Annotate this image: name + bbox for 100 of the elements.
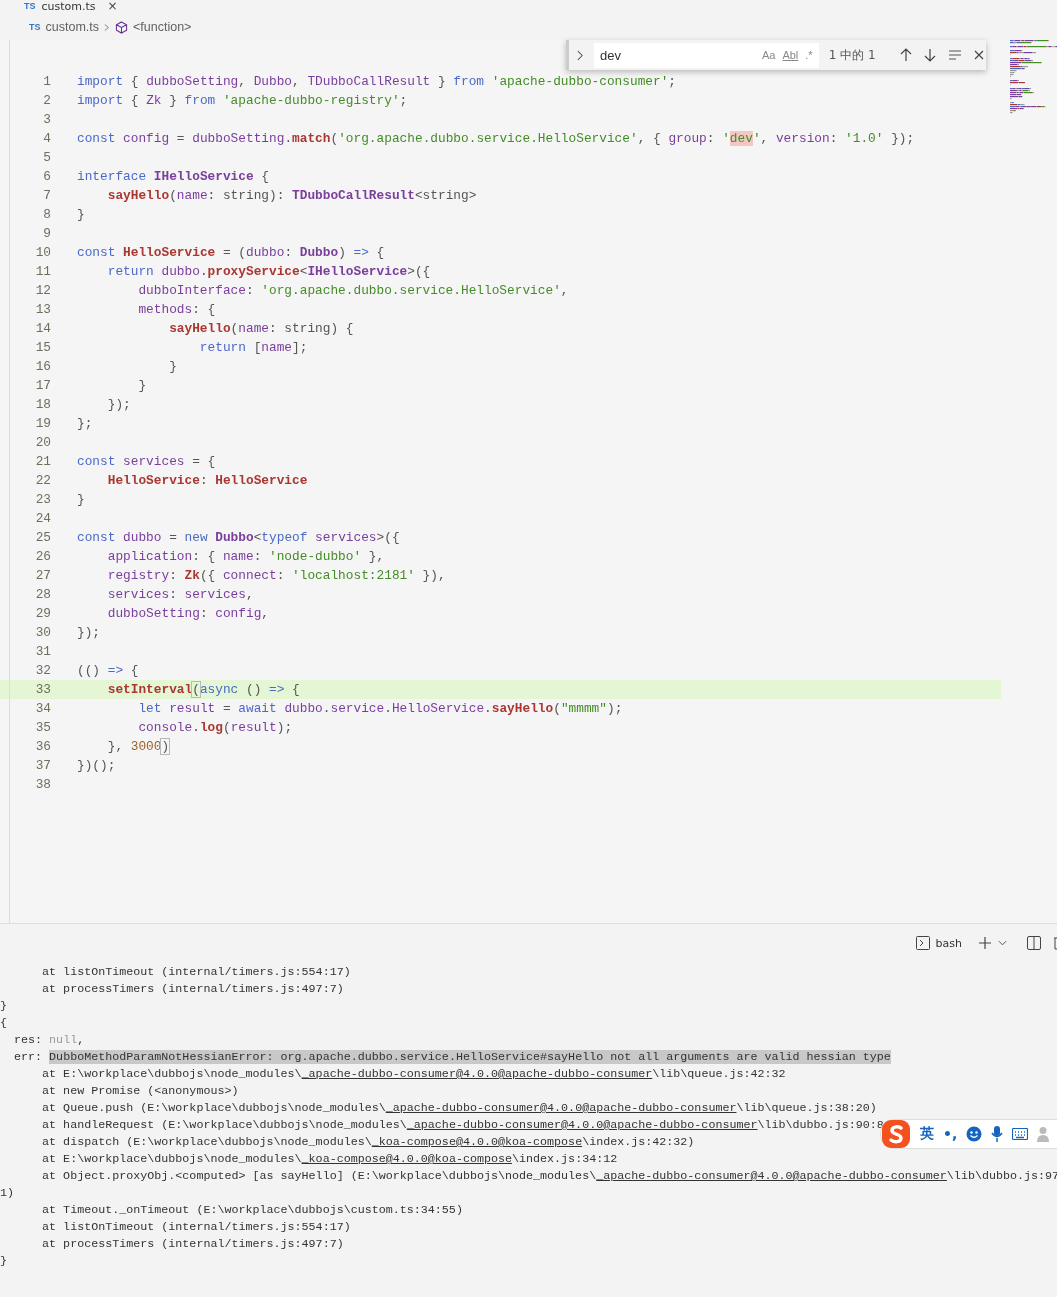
- code-line: const config = dubboSetting.match('org.apache.dubbo.service.HelloService', { group: 'dev', version: '1.0' });: [77, 130, 915, 148]
- code-line: const HelloService = (dubbo: Dubbo) => {: [77, 244, 385, 262]
- line-number: 28: [34, 586, 51, 604]
- match-count: 1 中的 1: [828, 46, 877, 64]
- line-number: 8: [42, 206, 51, 224]
- line-number: 33: [34, 681, 51, 699]
- code-line: import { dubboSetting, Dubbo, TDubboCallResult } from 'apache-dubbo-consumer';: [77, 73, 677, 91]
- line-number: 15: [34, 339, 51, 357]
- breadcrumb-item[interactable]: <function>: [133, 20, 192, 34]
- terminal-line: }: [0, 998, 7, 1015]
- code-line: (() => {: [77, 662, 139, 680]
- terminal-line: at listOnTimeout (internal/timers.js:554:17): [41, 1219, 351, 1236]
- line-number: 20: [34, 434, 51, 452]
- smiley-icon[interactable]: [966, 1126, 983, 1142]
- match-case-toggle[interactable]: Aa: [761, 49, 776, 61]
- line-number: 34: [34, 700, 51, 718]
- sogou-logo-icon[interactable]: [881, 1119, 911, 1149]
- code-line: services: services,: [106, 586, 254, 604]
- code-line: sayHello(name: string): TDubboCallResult<string>: [106, 187, 477, 205]
- terminal-line: at handleRequest (E:\workplace\dubbojs\node_modules\_apache-dubbo-consumer@4.0.0@apache-dubbo-consumer\lib\dubbo.js:90:8: [41, 1117, 884, 1134]
- caret-down-icon[interactable]: [998, 940, 1007, 946]
- code-line: dubboInterface: 'org.apache.dubbo.service.HelloService',: [137, 282, 569, 300]
- line-number: 31: [34, 643, 51, 661]
- language-toggle[interactable]: 英: [920, 1125, 934, 1143]
- code-line: const services = {: [77, 453, 216, 471]
- terminal-line: at processTimers (internal/timers.js:497:7): [41, 1236, 344, 1253]
- line-number: 16: [34, 358, 51, 376]
- code-line: console.log(result);: [137, 719, 293, 737]
- line-number: 21: [34, 453, 51, 471]
- terminal-line: }: [0, 1253, 7, 1270]
- terminal-name[interactable]: bash: [935, 936, 962, 950]
- line-number: 10: [34, 244, 51, 262]
- close-icon[interactable]: [974, 50, 984, 60]
- find-input[interactable]: dev Aa Abl .*: [593, 42, 819, 68]
- terminal-line: res: null,: [13, 1032, 85, 1049]
- plus-icon[interactable]: [978, 936, 992, 950]
- line-number: 36: [34, 738, 51, 756]
- line-number: 14: [34, 320, 51, 338]
- terminal-line: at dispatch (E:\workplace\dubbojs\node_modules\_koa-compose@4.0.0@koa-compose\index.js:42:32): [41, 1134, 695, 1151]
- split-icon[interactable]: [1027, 936, 1041, 950]
- terminal-line: at new Promise (<anonymous>): [41, 1083, 239, 1100]
- code-line: interface IHelloService {: [77, 168, 269, 186]
- code-line: application: { name: 'node-dubbo' },: [106, 548, 385, 566]
- code-line: })();: [77, 757, 116, 775]
- close-icon[interactable]: ×: [107, 0, 118, 13]
- line-number: 6: [42, 168, 51, 186]
- code-line: registry: Zk({ connect: 'localhost:2181' }),: [106, 567, 446, 585]
- typescript-file-icon: TS: [29, 22, 41, 32]
- line-number: 23: [34, 491, 51, 509]
- line-number: 32: [34, 662, 51, 680]
- code-line: const dubbo = new Dubbo<typeof services>({: [77, 529, 400, 547]
- chevron-right-icon[interactable]: [577, 49, 584, 61]
- line-number: 18: [34, 396, 51, 414]
- code-line: }: [168, 358, 177, 376]
- line-number: 22: [34, 472, 51, 490]
- terminal-line: at Timeout._onTimeout (E:\workplace\dubbojs\custom.ts:34:55): [41, 1202, 463, 1219]
- microphone-icon[interactable]: [991, 1126, 1004, 1142]
- whole-word-toggle[interactable]: Abl: [782, 49, 799, 61]
- line-number: 26: [34, 548, 51, 566]
- code-line: }: [77, 206, 85, 224]
- keyboard-icon[interactable]: [1012, 1128, 1029, 1140]
- code-line: };: [77, 415, 93, 433]
- line-number: 25: [34, 529, 51, 547]
- regex-toggle[interactable]: .*: [805, 49, 813, 61]
- line-number: 4: [42, 130, 51, 148]
- code-line: return [name];: [198, 339, 308, 357]
- code-line: dubboSetting: config,: [106, 605, 269, 623]
- editor-tab[interactable]: TS custom.ts ×: [24, 0, 118, 13]
- line-number: 29: [34, 605, 51, 623]
- terminal-line: at E:\workplace\dubbojs\node_modules\_apache-dubbo-consumer@4.0.0@apache-dubbo-consumer\lib\queue.js:42:32: [41, 1066, 786, 1083]
- line-number: 2: [42, 92, 51, 110]
- terminal-line: at E:\workplace\dubbojs\node_modules\_koa-compose@4.0.0@koa-compose\index.js:34:12: [41, 1151, 618, 1168]
- line-number: 11: [34, 263, 51, 281]
- arrow-down-icon[interactable]: [924, 48, 936, 62]
- line-number: 35: [34, 719, 51, 737]
- line-number: 24: [34, 510, 51, 528]
- line-number: 9: [42, 225, 51, 243]
- breadcrumb-item[interactable]: custom.ts: [45, 20, 99, 34]
- line-number: 30: [34, 624, 51, 642]
- line-number: 12: [34, 282, 51, 300]
- tab-label: custom.ts: [41, 0, 96, 13]
- line-number: 13: [34, 301, 51, 319]
- terminal-line: {: [0, 1015, 7, 1032]
- terminal-line: at processTimers (internal/timers.js:497:7): [41, 981, 344, 998]
- terminal-icon: [915, 936, 930, 950]
- punctuation-toggle[interactable]: •,: [943, 1126, 958, 1142]
- code-line: }: [77, 491, 85, 509]
- terminal-line: 1): [0, 1185, 15, 1202]
- terminal-line: at Queue.push (E:\workplace\dubbojs\node_modules\_apache-dubbo-consumer@4.0.0@apache-dubbo-consumer\lib\queue.js:38:20): [41, 1100, 877, 1117]
- line-number: 3: [42, 111, 51, 129]
- chevron-right-icon: [104, 22, 110, 32]
- terminal-line: at listOnTimeout (internal/timers.js:554:17): [41, 964, 351, 981]
- line-number: 19: [34, 415, 51, 433]
- line-number: 17: [34, 377, 51, 395]
- typescript-file-icon: TS: [24, 0, 36, 13]
- code-line: let result = await dubbo.service.HelloService.sayHello("mmmm");: [137, 700, 623, 718]
- line-number: 38: [34, 776, 51, 794]
- line-number: 5: [42, 149, 51, 167]
- cube-icon: [115, 20, 128, 34]
- arrow-up-icon[interactable]: [900, 48, 912, 62]
